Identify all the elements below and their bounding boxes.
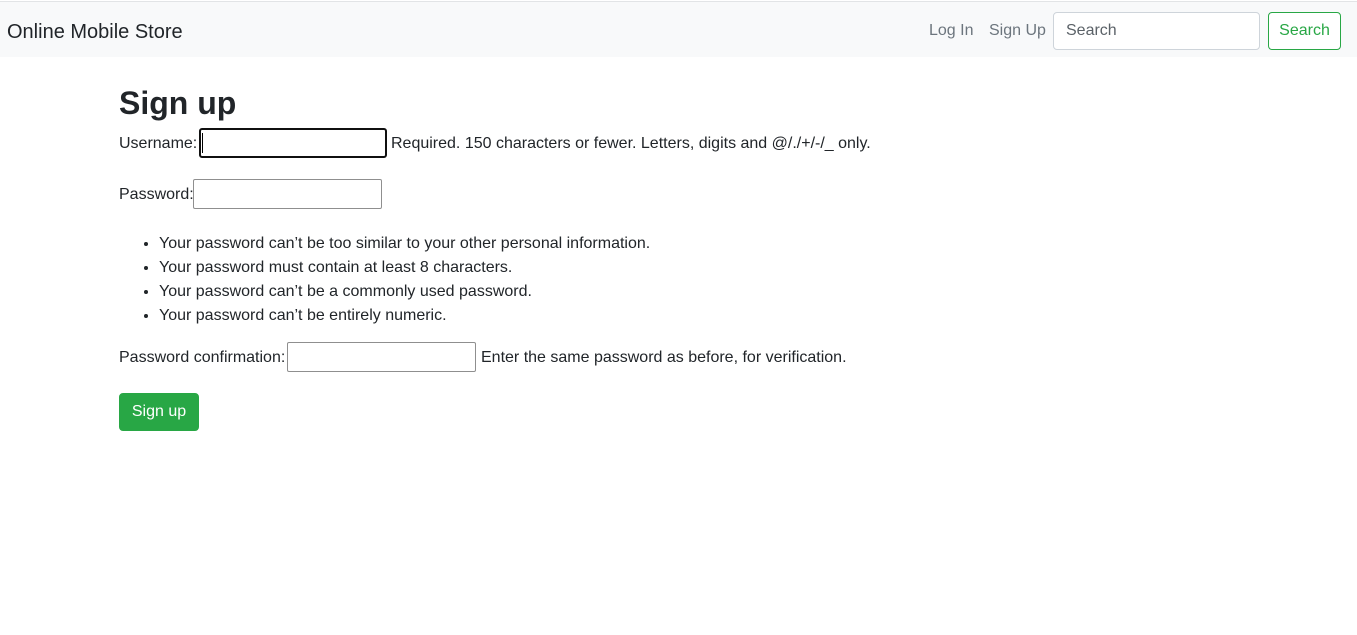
password-hint-similarity: Your password can’t be too similar to yo… <box>159 232 650 256</box>
search-button[interactable]: Search <box>1268 12 1341 50</box>
password-confirmation-field[interactable] <box>287 342 476 372</box>
page-title: Sign up <box>119 85 237 121</box>
password-hint-length: Your password must contain at least 8 ch… <box>159 256 650 280</box>
password-confirmation-label: Password confirmation: <box>119 349 286 366</box>
password-confirmation-help-text: Enter the same password as before, for v… <box>481 349 847 366</box>
search-input[interactable] <box>1053 12 1260 50</box>
password-hint-common: Your password can’t be a commonly used p… <box>159 280 650 304</box>
password-hint-numeric: Your password can’t be entirely numeric. <box>159 304 650 328</box>
password-label: Password: <box>119 186 194 203</box>
signup-submit-button[interactable]: Sign up <box>119 393 199 431</box>
username-field[interactable] <box>199 128 387 158</box>
password-requirements-list: Your password can’t be too similar to yo… <box>119 232 650 328</box>
password-field[interactable] <box>193 179 382 209</box>
brand-link[interactable]: Online Mobile Store <box>7 20 183 44</box>
username-help-text: Required. 150 characters or fewer. Lette… <box>391 135 871 152</box>
username-label: Username: <box>119 135 198 152</box>
nav-login-link[interactable]: Log In <box>929 21 973 41</box>
nav-signup-link[interactable]: Sign Up <box>989 21 1046 41</box>
text-cursor <box>202 133 203 153</box>
top-navbar: Online Mobile Store Log In Sign Up Searc… <box>0 1 1357 57</box>
